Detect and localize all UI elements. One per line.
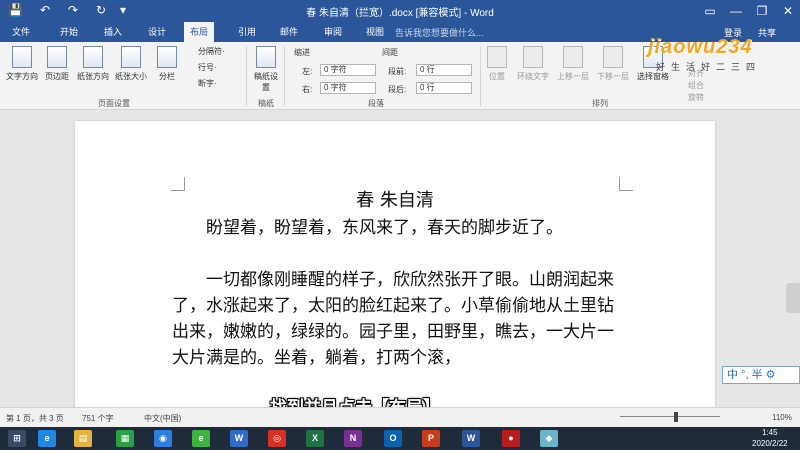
zoom-thumb[interactable] (674, 412, 678, 422)
taskbar-onenote-icon[interactable]: N (344, 430, 362, 447)
taskbar-chrome-icon[interactable]: ◎ (268, 430, 286, 447)
taskbar-wps-icon[interactable]: W (230, 430, 248, 447)
document-area: 春 朱自清 盼望着，盼望着，东风来了，春天的脚步近了。 一切都像刚睡醒的样子，欣… (0, 111, 800, 421)
taskbar-date[interactable]: 2020/2/22 (752, 439, 788, 448)
taskbar-outlook-icon[interactable]: O (384, 430, 402, 447)
tell-me-box[interactable]: 告诉我您想要做什么... (395, 26, 484, 39)
tab-mailings[interactable]: 邮件 (280, 25, 298, 38)
watermark-logo: jiaowu234 (648, 36, 753, 58)
page-size-button[interactable]: 纸张大小 (112, 46, 150, 82)
orientation-icon (83, 46, 103, 68)
tab-insert[interactable]: 插入 (104, 25, 122, 38)
position-icon (487, 46, 507, 68)
spacing-before-input[interactable]: 0 行 (416, 64, 472, 76)
group-separator (480, 46, 481, 106)
indent-left-label: 左: (302, 67, 313, 76)
document-paragraph-1: 盼望着，盼望着，东风来了，春天的脚步近了。 (172, 218, 563, 238)
line-numbers-dropdown[interactable]: 行号· (198, 62, 217, 73)
bring-forward-icon (563, 46, 583, 68)
wrap-text-button[interactable]: 环绕文字 (514, 46, 552, 82)
spacing-after-input[interactable]: 0 行 (416, 82, 472, 94)
text-direction-button[interactable]: 文字方向 (4, 46, 40, 82)
group-dropdown[interactable]: 组合 (688, 80, 704, 91)
taskbar-record-icon[interactable]: ● (502, 430, 520, 447)
taskbar-excel-icon[interactable]: X (306, 430, 324, 447)
tab-review[interactable]: 审阅 (324, 25, 342, 38)
group-separator (284, 46, 285, 106)
columns-button[interactable]: 分栏 (154, 46, 180, 82)
spacing-before-label: 段前: (388, 67, 407, 76)
paragraph-group-label: 段落 (368, 99, 384, 108)
share-button[interactable]: 共享 (758, 26, 776, 39)
document-paragraph-2: 一切都像刚睡醒的样子，欣欣然张开了眼。山朗润起来了，水涨起来了，太阳的脸红起来了… (172, 270, 614, 368)
arrange-group-label: 排列 (592, 99, 608, 108)
close-button[interactable]: ✕ (776, 2, 800, 20)
taskbar-ie-icon[interactable]: e (38, 430, 56, 447)
tab-layout[interactable]: 布局 (184, 22, 215, 42)
word-count[interactable]: 751 个字 (82, 413, 114, 424)
side-scroll-handle[interactable] (786, 283, 800, 313)
zoom-slider[interactable] (620, 410, 720, 424)
start-icon[interactable]: ⊞ (8, 430, 26, 447)
taskbar-explorer-icon[interactable]: ▤ (74, 430, 92, 447)
watermark-slogan: 好生活好二三四 (656, 62, 762, 72)
position-button[interactable]: 位置 (484, 46, 510, 82)
manuscript-icon (256, 46, 276, 68)
spacing-header: 间距 (382, 48, 398, 57)
language-indicator[interactable]: 中文(中国) (144, 413, 181, 424)
page-setup-group-label: 页面设置 (98, 99, 130, 108)
window-title: 春 朱自清（拦宽）.docx [兼容模式] - Word (306, 8, 494, 19)
wrap-text-icon (523, 46, 543, 68)
breaks-dropdown[interactable]: 分隔符· (198, 46, 225, 57)
spacing-after-label: 段后: (388, 85, 407, 94)
tab-view[interactable]: 视图 (366, 25, 384, 38)
taskbar-baidu-icon[interactable]: ◉ (154, 430, 172, 447)
restore-button[interactable]: ❐ (750, 2, 774, 20)
taskbar-word-icon[interactable]: W (462, 430, 480, 447)
tab-file[interactable]: 文件 (12, 25, 30, 38)
manuscript-group-label: 稿纸 (258, 99, 274, 108)
taskbar-edge-icon[interactable]: e (192, 430, 210, 447)
margins-button[interactable]: 页边距 (42, 46, 72, 82)
document-title: 春 朱自清 (356, 190, 434, 211)
send-backward-icon (603, 46, 623, 68)
document-page[interactable]: 春 朱自清 盼望着，盼望着，东风来了，春天的脚步近了。 一切都像刚睡醒的样子，欣… (75, 121, 715, 421)
taskbar: ⊞ e ▤ ▦ ◉ e W ◎ X N O P W ● ◆ 1:45 2020/… (0, 427, 800, 450)
indent-left-input[interactable]: 0 字符 (320, 64, 376, 76)
tab-references[interactable]: 引用 (238, 25, 256, 38)
minimize-button[interactable]: — (724, 2, 748, 20)
bring-forward-button[interactable]: 上移一层 (554, 46, 592, 82)
indent-right-input[interactable]: 0 字符 (320, 82, 376, 94)
tab-design[interactable]: 设计 (148, 25, 166, 38)
taskbar-store-icon[interactable]: ▦ (116, 430, 134, 447)
text-direction-icon (12, 46, 32, 68)
send-backward-button[interactable]: 下移一层 (594, 46, 632, 82)
page-count[interactable]: 第 1 页，共 3 页 (6, 413, 64, 424)
title-bar: 💾 ↶ ↷ ↻ ▾ 春 朱自清（拦宽）.docx [兼容模式] - Word ▭… (0, 0, 800, 22)
taskbar-powerpoint-icon[interactable]: P (422, 430, 440, 447)
rotate-dropdown[interactable]: 旋转 (688, 92, 704, 103)
margins-icon (47, 46, 67, 68)
taskbar-app-icon[interactable]: ◆ (540, 430, 558, 447)
tab-home[interactable]: 开始 (60, 25, 78, 38)
manuscript-settings-button[interactable]: 稿纸设置 (252, 46, 280, 93)
indent-header: 缩进 (294, 48, 310, 57)
status-bar: 第 1 页，共 3 页 751 个字 中文(中国) 110% (0, 407, 800, 427)
group-separator (246, 46, 247, 106)
indent-right-label: 右: (302, 85, 313, 94)
taskbar-time[interactable]: 1:45 (762, 428, 778, 437)
ribbon-display-icon[interactable]: ▭ (698, 2, 722, 20)
zoom-level[interactable]: 110% (772, 413, 792, 422)
ime-toolbar[interactable]: 中 °, 半 ⚙ (722, 366, 800, 384)
page-size-icon (121, 46, 141, 68)
orientation-button[interactable]: 纸张方向 (74, 46, 112, 82)
columns-icon (157, 46, 177, 68)
zoom-track (620, 416, 720, 417)
hyphenation-dropdown[interactable]: 断字· (198, 78, 217, 89)
